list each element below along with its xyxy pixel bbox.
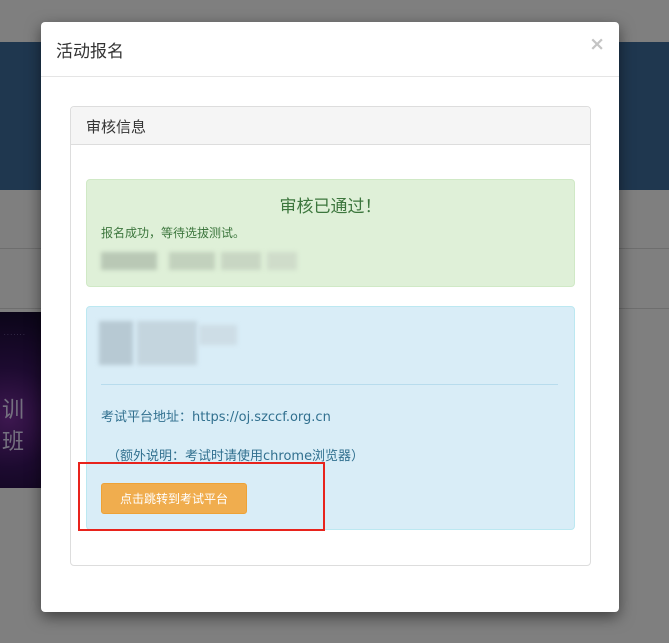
jump-to-exam-button[interactable]: 点击跳转到考试平台 bbox=[101, 483, 247, 514]
redacted-image bbox=[199, 325, 237, 345]
redacted-text bbox=[169, 252, 215, 270]
browser-note: （额外说明：考试时请使用chrome浏览器） bbox=[107, 449, 365, 464]
redacted-text bbox=[101, 252, 157, 270]
registration-modal: 活动报名 × 审核信息 审核已通过！ 报名成功，等待选拔测试。 考试平台地址：h… bbox=[41, 22, 619, 612]
redacted-image bbox=[99, 321, 133, 365]
modal-title: 活动报名 bbox=[56, 42, 124, 62]
approval-heading: 审核已通过！ bbox=[279, 197, 382, 217]
close-icon[interactable]: × bbox=[589, 34, 605, 54]
modal-header: 活动报名 × bbox=[41, 22, 619, 77]
review-info-panel: 审核信息 审核已通过！ 报名成功，等待选拔测试。 考试平台地址：https://… bbox=[70, 106, 591, 566]
redacted-text bbox=[267, 252, 297, 270]
panel-title: 审核信息 bbox=[86, 118, 147, 136]
exam-info-alert: 考试平台地址：https://oj.szccf.org.cn （额外说明：考试时… bbox=[86, 306, 575, 530]
platform-url: https://oj.szccf.org.cn bbox=[192, 410, 331, 425]
approval-alert: 审核已通过！ 报名成功，等待选拔测试。 bbox=[86, 179, 575, 287]
approval-message: 报名成功，等待选拔测试。 bbox=[101, 226, 246, 240]
platform-address: 考试平台地址：https://oj.szccf.org.cn bbox=[101, 406, 331, 425]
info-divider bbox=[101, 384, 558, 385]
platform-label: 考试平台地址： bbox=[101, 410, 193, 425]
redacted-image bbox=[137, 321, 197, 365]
redacted-text bbox=[221, 252, 261, 270]
panel-heading: 审核信息 bbox=[71, 107, 590, 145]
